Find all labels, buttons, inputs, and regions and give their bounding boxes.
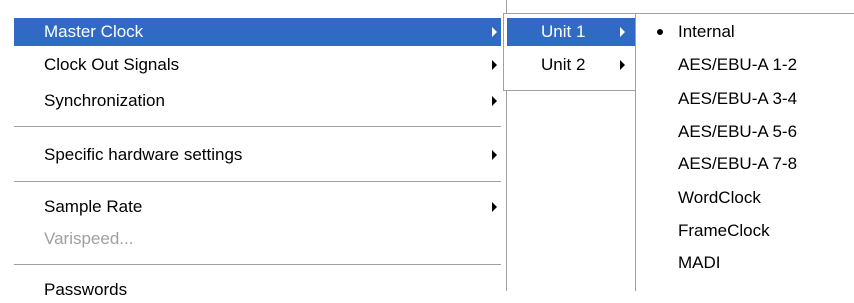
menu-item-frameclock[interactable]: FrameClock (640, 218, 852, 244)
menu-item-label: Unit 1 (541, 22, 586, 41)
menu-item-label: Master Clock (44, 22, 144, 41)
menu-item-label: Clock Out Signals (44, 55, 180, 74)
main-context-menu: Master Clock Clock Out Signals Synchroni… (0, 0, 507, 299)
menu-item-master-clock[interactable]: Master Clock (14, 18, 501, 46)
menu-item-wordclock[interactable]: WordClock (640, 185, 852, 211)
menu-item-label: Unit 2 (541, 55, 586, 74)
menu-item-label: Varispeed... (44, 229, 134, 248)
menu-item-aes-ebu-1-2[interactable]: AES/EBU-A 1-2 (640, 52, 852, 78)
menu-item-label: MADI (678, 253, 721, 272)
menu-separator (14, 126, 501, 128)
menu-item-label: Specific hardware settings (44, 145, 243, 164)
submenu-arrow-icon (620, 27, 625, 37)
menu-item-synchronization[interactable]: Synchronization (14, 88, 501, 114)
menu-item-label: Synchronization (44, 91, 165, 110)
menu-item-aes-ebu-5-6[interactable]: AES/EBU-A 5-6 (640, 119, 852, 145)
menu-item-aes-ebu-3-4[interactable]: AES/EBU-A 3-4 (640, 86, 852, 112)
submenu-arrow-icon (492, 96, 497, 106)
menu-item-clock-out-signals[interactable]: Clock Out Signals (14, 52, 501, 78)
menu-item-label: AES/EBU-A 7-8 (678, 154, 798, 173)
menu-item-aes-ebu-7-8[interactable]: AES/EBU-A 7-8 (640, 151, 852, 177)
menu-item-label: AES/EBU-A 5-6 (678, 122, 798, 141)
menu-item-passwords[interactable]: Passwords (14, 277, 501, 303)
menu-item-label: AES/EBU-A 1-2 (678, 55, 798, 74)
submenu-arrow-icon (492, 60, 497, 70)
menu-separator (14, 264, 501, 266)
submenu-arrow-icon (492, 202, 497, 212)
menu-item-internal[interactable]: Internal (640, 19, 852, 45)
menu-item-label: FrameClock (678, 221, 770, 240)
menu-item-label: WordClock (678, 188, 761, 207)
menu-item-specific-hardware-settings[interactable]: Specific hardware settings (14, 141, 501, 169)
menu-item-varispeed: Varispeed... (14, 226, 501, 252)
menu-item-label: Passwords (44, 280, 128, 299)
selected-bullet-icon (657, 29, 663, 35)
menu-item-madi[interactable]: MADI (640, 250, 852, 276)
submenu-arrow-icon (620, 60, 625, 70)
menu-item-label: Sample Rate (44, 197, 143, 216)
menu-item-label: AES/EBU-A 3-4 (678, 89, 798, 108)
menu-separator (14, 181, 501, 183)
menu-item-unit-2[interactable]: Unit 2 (507, 52, 635, 78)
clock-source-submenu: Internal AES/EBU-A 1-2 AES/EBU-A 3-4 AES… (635, 13, 854, 291)
submenu-arrow-icon (492, 27, 497, 37)
unit-submenu: Unit 1 Unit 2 (503, 13, 639, 91)
menu-item-label: Internal (678, 22, 735, 41)
submenu-arrow-icon (492, 150, 497, 160)
menu-item-sample-rate[interactable]: Sample Rate (14, 194, 501, 220)
menu-item-unit-1[interactable]: Unit 1 (507, 18, 635, 46)
